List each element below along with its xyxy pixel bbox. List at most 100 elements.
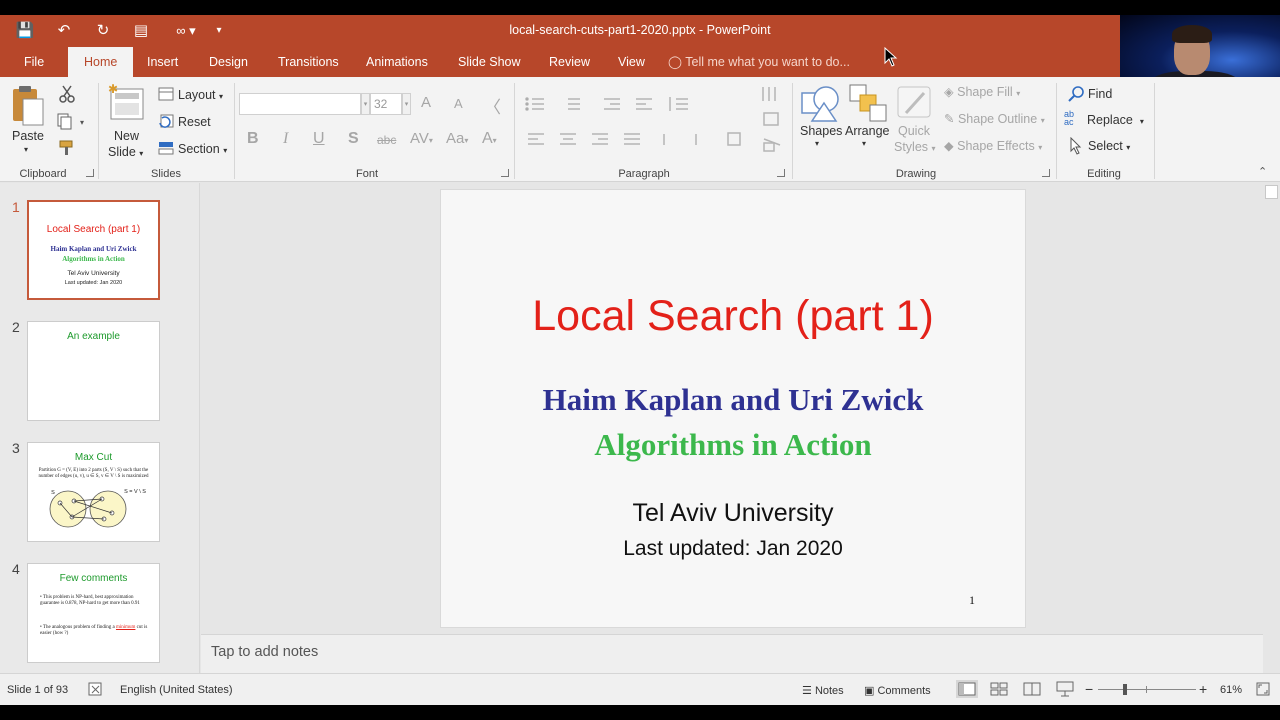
clipboard-launcher-icon[interactable]: [86, 169, 94, 177]
tab-view[interactable]: View: [604, 47, 659, 77]
notes-toggle-button[interactable]: ☰ Notes: [802, 684, 844, 697]
select-button[interactable]: Select ▾: [1088, 139, 1130, 153]
font-size-input[interactable]: 32: [370, 93, 402, 115]
reading-view-icon[interactable]: [1023, 682, 1041, 696]
select-cursor-icon[interactable]: [1070, 137, 1084, 155]
reset-icon[interactable]: [158, 114, 174, 128]
underline-button[interactable]: U: [313, 130, 325, 148]
zoom-level[interactable]: 61%: [1220, 684, 1242, 696]
layout-button[interactable]: Layout ▾: [178, 88, 223, 102]
shape-outline-dropdown-icon: ▾: [1040, 116, 1045, 125]
paste-dropdown-icon[interactable]: ▾: [24, 145, 28, 154]
find-button[interactable]: Find: [1088, 87, 1112, 101]
pen-icon: ✎: [944, 112, 955, 126]
vertical-scrollbar[interactable]: [1263, 183, 1280, 673]
arrange-icon[interactable]: [848, 83, 888, 123]
grow-font-icon[interactable]: A: [421, 94, 431, 111]
tell-me-search[interactable]: ◯ Tell me what you want to do...: [668, 47, 850, 77]
shape-effects-button[interactable]: ◆ Shape Effects ▾: [944, 138, 1042, 153]
tab-transitions[interactable]: Transitions: [264, 47, 353, 77]
find-icon[interactable]: [1068, 85, 1086, 103]
zoom-in-button[interactable]: +: [1199, 681, 1207, 697]
replace-button[interactable]: Replace ▾: [1087, 113, 1144, 127]
cut-icon[interactable]: [58, 85, 76, 103]
new-slide-button[interactable]: Slide ▾: [108, 145, 143, 159]
tab-design[interactable]: Design: [195, 47, 262, 77]
slide-thumbnail-3[interactable]: Max Cut Partition G = (V, E) into 2 part…: [27, 442, 160, 542]
new-slide-label[interactable]: New: [114, 129, 139, 143]
slide-university[interactable]: Tel Aviv University: [441, 499, 1025, 528]
shapes-dropdown-icon[interactable]: ▾: [815, 139, 819, 148]
slide-thumbnail-4[interactable]: Few comments • This problem is NP-hard, …: [27, 563, 160, 663]
slide-authors[interactable]: Haim Kaplan and Uri Zwick: [441, 382, 1025, 418]
paste-icon[interactable]: [11, 85, 45, 127]
shapes-icon[interactable]: [800, 83, 840, 123]
collapse-ribbon-icon[interactable]: ⌃: [1258, 165, 1267, 178]
slide-thumbnail-1[interactable]: Local Search (part 1) Haim Kaplan and Ur…: [27, 200, 160, 300]
replace-icon[interactable]: ab ac: [1064, 110, 1074, 127]
new-slide-icon[interactable]: ✱: [108, 83, 146, 127]
text-shadow-button[interactable]: S: [348, 130, 359, 148]
quick-styles-button[interactable]: Styles ▾: [894, 140, 936, 154]
quick-styles-icon[interactable]: [896, 83, 936, 123]
slide-thumbnail-2[interactable]: An example: [27, 321, 160, 421]
zoom-out-button[interactable]: −: [1085, 681, 1093, 697]
tab-slide-show[interactable]: Slide Show: [444, 47, 535, 77]
quick-styles-label[interactable]: Quick: [898, 124, 930, 138]
arrange-dropdown-icon[interactable]: ▾: [862, 139, 866, 148]
reset-button[interactable]: Reset: [178, 115, 211, 129]
comments-toggle-button[interactable]: ▣ Comments: [864, 684, 931, 697]
shape-outline-button[interactable]: ✎ Shape Outline ▾: [944, 111, 1045, 126]
tab-animations[interactable]: Animations: [352, 47, 442, 77]
bold-button[interactable]: B: [247, 130, 259, 148]
layout-icon[interactable]: [158, 87, 174, 101]
strikethrough-button[interactable]: abc: [377, 133, 396, 147]
format-painter-icon[interactable]: [58, 139, 76, 157]
font-color-button[interactable]: A▾: [482, 130, 497, 148]
paragraph-launcher-icon[interactable]: [777, 169, 785, 177]
quick-styles-dropdown-icon: ▾: [931, 144, 936, 153]
new-slide-dropdown-icon: ▾: [139, 149, 144, 158]
shape-fill-button[interactable]: ◈ Shape Fill ▾: [944, 84, 1020, 99]
language-indicator[interactable]: English (United States): [120, 684, 233, 696]
font-size-dropdown-icon[interactable]: ▾: [402, 93, 411, 115]
section-button[interactable]: Section ▾: [178, 142, 227, 156]
italic-button[interactable]: I: [283, 130, 288, 148]
shrink-font-icon[interactable]: A: [454, 96, 463, 111]
font-name-input[interactable]: [239, 93, 361, 115]
scrollbar-thumb[interactable]: [1265, 185, 1278, 199]
change-case-button[interactable]: Aa▾: [446, 130, 468, 147]
tab-file[interactable]: File: [10, 47, 58, 77]
slide-course-name[interactable]: Algorithms in Action: [441, 427, 1025, 463]
arrange-button[interactable]: Arrange: [845, 124, 889, 138]
thumbnail-university: Tel Aviv University: [67, 270, 120, 277]
drawing-launcher-icon[interactable]: [1042, 169, 1050, 177]
tab-review[interactable]: Review: [535, 47, 604, 77]
clear-formatting-icon[interactable]: 〈: [484, 93, 501, 118]
section-icon[interactable]: [158, 141, 174, 155]
slide-title[interactable]: Local Search (part 1): [441, 292, 1025, 341]
character-spacing-button[interactable]: AV▾: [410, 130, 433, 147]
spelling-check-icon[interactable]: [88, 682, 104, 696]
slide-show-view-icon[interactable]: [1056, 681, 1074, 697]
notes-pane[interactable]: Tap to add notes: [201, 634, 1263, 673]
shapes-button[interactable]: Shapes: [800, 124, 842, 138]
tab-home[interactable]: Home: [68, 47, 134, 77]
tab-insert[interactable]: Insert: [133, 47, 192, 77]
zoom-slider-track[interactable]: [1098, 689, 1196, 690]
drawing-group-label: Drawing: [895, 168, 937, 180]
normal-view-icon[interactable]: [956, 680, 978, 698]
font-launcher-icon[interactable]: [501, 169, 509, 177]
fit-to-window-icon[interactable]: [1256, 682, 1270, 696]
current-slide[interactable]: Local Search (part 1) Haim Kaplan and Ur…: [440, 189, 1026, 628]
font-color-dropdown-icon: ▾: [492, 136, 497, 145]
notes-placeholder: Tap to add notes: [211, 644, 319, 660]
paste-button[interactable]: Paste: [12, 129, 44, 143]
thumbnail-title: Max Cut: [74, 452, 113, 463]
zoom-slider-thumb[interactable]: [1123, 684, 1127, 695]
divider: [234, 83, 235, 179]
font-name-dropdown-icon[interactable]: ▾: [361, 93, 370, 115]
slide-last-updated[interactable]: Last updated: Jan 2020: [441, 537, 1025, 561]
copy-icon[interactable]: ▾: [56, 113, 88, 131]
slide-sorter-view-icon[interactable]: [990, 682, 1008, 696]
